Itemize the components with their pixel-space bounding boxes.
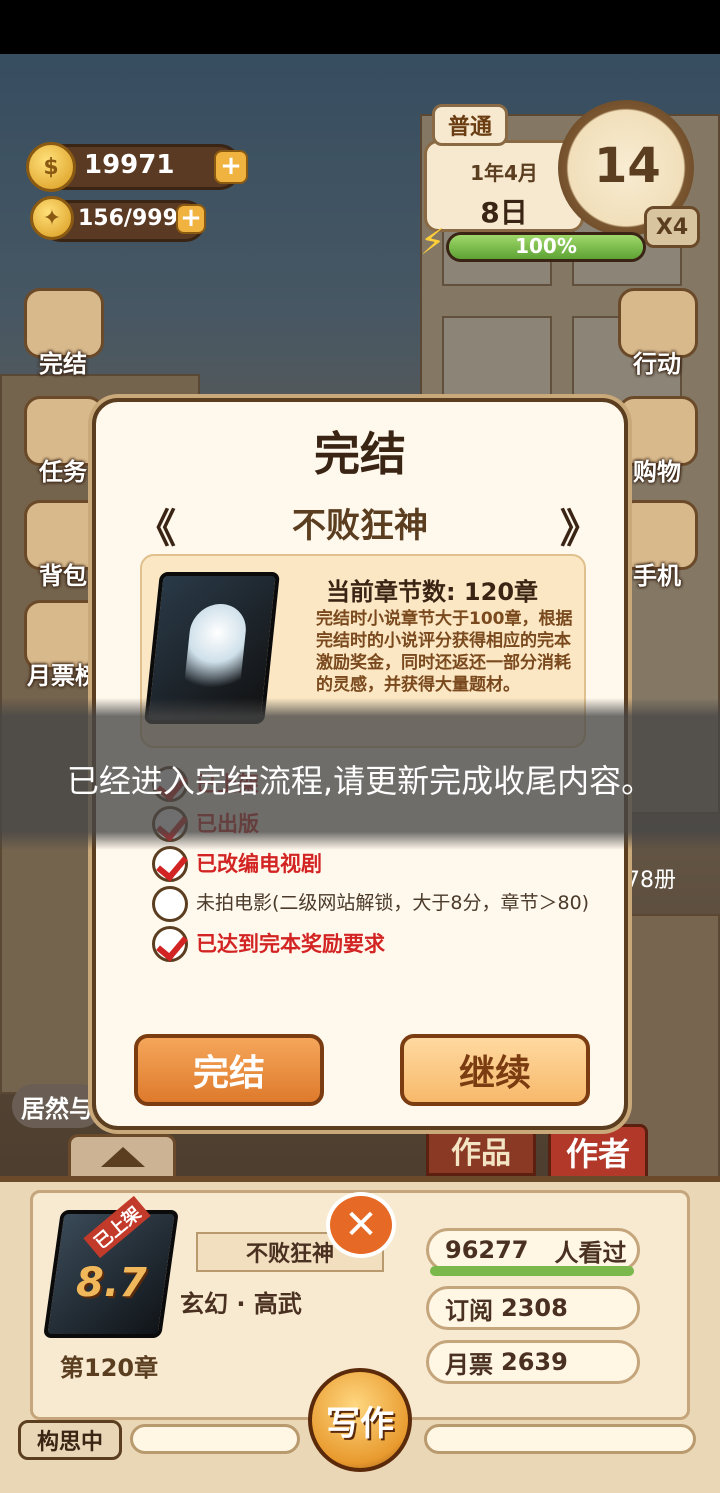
views-value: 96277 <box>445 1236 529 1264</box>
continue-button[interactable]: 继续 <box>400 1034 590 1106</box>
coins-value: 19971 <box>84 150 175 180</box>
requirement-item: 已改编电视剧 <box>152 846 622 882</box>
energy-value: 100% <box>515 234 577 258</box>
close-icon[interactable]: ✕ <box>326 1192 396 1258</box>
progress-track-left <box>130 1424 300 1454</box>
views-fill <box>430 1266 634 1276</box>
expand-up-button[interactable] <box>68 1134 176 1180</box>
status-bar <box>0 0 720 54</box>
inspiration-value: 156/999 <box>78 206 178 231</box>
monthly-stat: 月票 2639 <box>426 1340 640 1384</box>
chapter-label: 第120章 <box>60 1354 159 1382</box>
toast-message: 已经进入完结流程,请更新完成收尾内容。 <box>66 762 654 800</box>
clock-number: 14 <box>594 138 661 194</box>
monthly-value: 2639 <box>501 1348 568 1376</box>
tab-works[interactable]: 作品 <box>426 1124 536 1176</box>
write-button[interactable]: 写作 <box>308 1368 412 1472</box>
requirement-text: 已改编电视剧 <box>196 852 322 876</box>
coin-icon: $ <box>26 142 76 192</box>
side-label: 行动 <box>633 350 681 378</box>
empty-circle-icon <box>152 886 188 922</box>
add-coins-button[interactable]: + <box>214 150 248 184</box>
finish-button[interactable]: 完结 <box>134 1034 324 1106</box>
progress-track-right <box>424 1424 696 1454</box>
chapter-count: 当前章节数: 120章 <box>325 578 539 606</box>
side-label: 完结 <box>39 350 87 378</box>
add-inspiration-button[interactable]: + <box>176 204 206 234</box>
lightning-icon[interactable]: ⚡ <box>420 222 445 263</box>
subscribe-stat: 订阅 2308 <box>426 1286 640 1330</box>
speed-button[interactable]: X4 <box>644 206 700 248</box>
event-ticker: 居然与 <box>12 1084 102 1128</box>
book-genre: 玄幻 · 高武 <box>180 1290 302 1318</box>
hero-figure <box>182 604 249 700</box>
novel-name: 不败狂神 <box>292 506 428 546</box>
side-button-action[interactable]: 行动 <box>612 288 702 378</box>
views-label: 人看过 <box>554 1238 627 1267</box>
shelf-count: 78册 <box>626 868 676 893</box>
requirement-text: 已达到完本奖励要求 <box>196 932 385 956</box>
subscribe-label: 订阅 <box>445 1296 493 1325</box>
status-badge: 构思中 <box>18 1420 122 1460</box>
book-score: 8.7 <box>76 1260 147 1306</box>
dialog-title: 完结 <box>314 427 406 481</box>
requirement-text: 未拍电影(二级网站解锁，大于8分，章节＞80) <box>196 892 590 914</box>
lightbulb-icon: ✦ <box>30 196 74 240</box>
tab-author[interactable]: 作者 <box>548 1124 648 1180</box>
difficulty-tag: 普通 <box>432 104 508 146</box>
views-bar <box>430 1266 634 1276</box>
finish-description: 完结时小说章节大于100章，根据完结时的小说评分获得相应的完本激励奖金，同时还返… <box>316 609 573 695</box>
requirement-item: 已达到完本奖励要求 <box>152 926 622 962</box>
side-button-finish[interactable]: 完结 <box>18 288 108 378</box>
checkmark-icon <box>152 846 188 882</box>
checkmark-icon <box>152 926 188 962</box>
date-day: 8日 <box>480 196 528 229</box>
requirement-item: 未拍电影(二级网站解锁，大于8分，章节＞80) <box>152 886 622 922</box>
monthly-label: 月票 <box>445 1350 493 1379</box>
subscribe-value: 2308 <box>501 1294 568 1322</box>
